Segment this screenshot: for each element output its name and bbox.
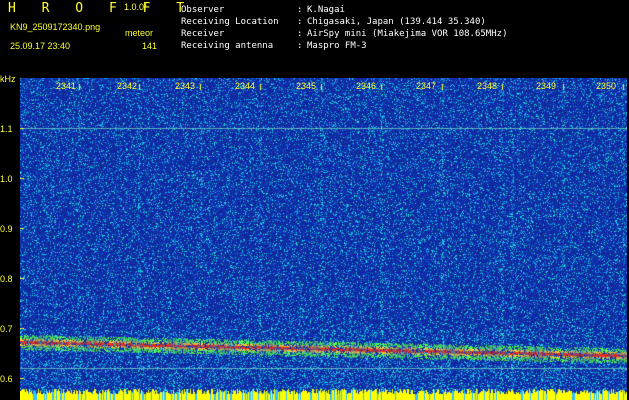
info-separator: : bbox=[297, 29, 303, 39]
x-tick-label: 2347 bbox=[416, 81, 437, 91]
info-separator: : bbox=[297, 17, 303, 27]
y-tick-label: 0.8 bbox=[0, 274, 13, 284]
x-tick-label: 2341 bbox=[56, 81, 77, 91]
location-value: Chigasaki, Japan (139.414 35.340) bbox=[307, 17, 486, 27]
y-axis-unit: kHz bbox=[0, 74, 16, 84]
y-tick-label: 0.6 bbox=[0, 374, 13, 384]
location-label: Receiving Location bbox=[181, 17, 279, 27]
x-tick-label: 2342 bbox=[117, 81, 138, 91]
spectrogram-canvas bbox=[20, 78, 627, 400]
x-tick-label: 2345 bbox=[296, 81, 317, 91]
hrofft-window: H R O F F T 1.0.0f KN9_2509172340.png me… bbox=[0, 0, 629, 400]
antenna-label: Receiving antenna bbox=[181, 41, 274, 51]
timestamp: 25.09.17 23:40 bbox=[10, 41, 71, 51]
antenna-value: Maspro FM-3 bbox=[307, 41, 367, 51]
x-tick-label: 2349 bbox=[536, 81, 557, 91]
version-label: 1.0.0f bbox=[124, 2, 147, 12]
x-tick-label: 2350 bbox=[596, 81, 617, 91]
y-tick-label: 1.0 bbox=[0, 174, 13, 184]
count-value: 141 bbox=[142, 41, 158, 51]
info-separator: : bbox=[297, 41, 303, 51]
y-tick-label: 0.9 bbox=[0, 224, 13, 234]
app-logo: H R O F F T bbox=[8, 1, 194, 16]
spectrogram bbox=[20, 78, 627, 400]
x-tick-label: 2348 bbox=[477, 81, 498, 91]
y-tick-label: 0.7 bbox=[0, 324, 13, 334]
receiver-value: AirSpy mini (Miakejima VOR 108.65MHz) bbox=[307, 29, 508, 39]
y-tick-label: 1.1 bbox=[0, 124, 13, 134]
receiver-label: Receiver bbox=[181, 29, 225, 39]
x-tick-label: 2346 bbox=[356, 81, 377, 91]
x-tick-label: 2344 bbox=[235, 81, 256, 91]
mode-label: meteor bbox=[125, 28, 154, 38]
observer-label: Observer bbox=[181, 5, 225, 15]
observer-value: K.Nagai bbox=[307, 5, 345, 15]
x-tick-label: 2343 bbox=[175, 81, 196, 91]
file-name: KN9_2509172340.png bbox=[10, 22, 101, 32]
info-separator: : bbox=[297, 5, 303, 15]
